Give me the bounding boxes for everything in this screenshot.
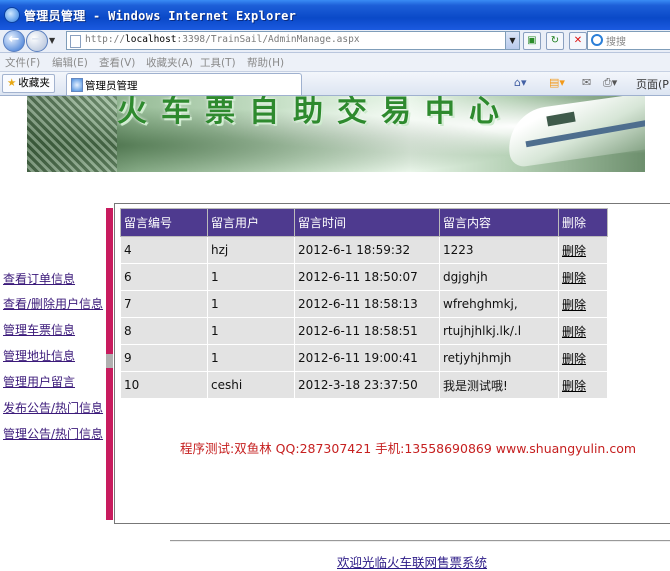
menu-file[interactable]: 文件(F) bbox=[5, 55, 40, 70]
header-id: 留言编号 bbox=[120, 208, 208, 237]
tab-admin-manage[interactable]: 管理员管理 bbox=[66, 73, 302, 95]
site-banner: 火车票自助交易中心 bbox=[27, 96, 645, 172]
cell-time: 2012-6-11 18:58:51 bbox=[294, 317, 440, 345]
developer-info: 程序测试:双鱼林 QQ:287307421 手机:13558690869 www… bbox=[180, 441, 637, 456]
ie-icon bbox=[4, 7, 20, 23]
stop-icon[interactable]: ✕ bbox=[569, 32, 587, 50]
table-row: 4 hzj 2012-6-1 18:59:32 1223 删除 bbox=[120, 236, 608, 264]
cell-content: dgjghjh bbox=[439, 263, 559, 291]
back-arrow-icon: ← bbox=[8, 32, 20, 47]
address-input[interactable]: http://localhost:3398/TrainSail/AdminMan… bbox=[66, 31, 520, 50]
star-icon: ★ bbox=[7, 77, 17, 89]
cell-user: 1 bbox=[207, 344, 295, 372]
cell-id: 8 bbox=[120, 317, 208, 345]
menu-tools[interactable]: 工具(T) bbox=[200, 55, 236, 70]
cell-content: rtujhjhlkj.lk/.l bbox=[439, 317, 559, 345]
table-row: 10 ceshi 2012-3-18 23:37:50 我是测试哦! 删除 bbox=[120, 371, 608, 399]
delete-link[interactable]: 删除 bbox=[562, 352, 586, 366]
history-dropdown-icon[interactable]: ▼ bbox=[49, 36, 55, 45]
table-row: 7 1 2012-6-11 18:58:13 wfrehghmkj, 删除 bbox=[120, 290, 608, 318]
delete-link[interactable]: 删除 bbox=[562, 325, 586, 339]
sidebar-link-manage-notice[interactable]: 管理公告/热门信息 bbox=[3, 425, 103, 442]
cell-time: 2012-6-11 19:00:41 bbox=[294, 344, 440, 372]
cell-id: 4 bbox=[120, 236, 208, 264]
cell-content: 1223 bbox=[439, 236, 559, 264]
delete-link[interactable]: 删除 bbox=[562, 244, 586, 258]
cell-user: hzj bbox=[207, 236, 295, 264]
messages-table: 留言编号 留言用户 留言时间 留言内容 删除 4 hzj 2012-6-1 18… bbox=[120, 208, 608, 399]
address-toolbar: ← → ▼ http://localhost:3398/TrainSail/Ad… bbox=[0, 30, 670, 53]
footer-divider bbox=[170, 540, 670, 542]
cell-id: 7 bbox=[120, 290, 208, 318]
sidebar-link-tickets[interactable]: 管理车票信息 bbox=[3, 321, 75, 338]
table-row: 6 1 2012-6-11 18:50:07 dgjghjh 删除 bbox=[120, 263, 608, 291]
sidebar-link-users[interactable]: 查看/删除用户信息 bbox=[3, 295, 103, 312]
search-input[interactable]: 搜搜 bbox=[587, 31, 670, 50]
table-row: 9 1 2012-6-11 19:00:41 retjyhjhmjh 删除 bbox=[120, 344, 608, 372]
forward-arrow-icon: → bbox=[31, 32, 43, 47]
table-row: 8 1 2012-6-11 18:58:51 rtujhjhlkj.lk/.l … bbox=[120, 317, 608, 345]
cell-content: retjyhjhmjh bbox=[439, 344, 559, 372]
search-engine-icon bbox=[591, 34, 603, 46]
delete-link[interactable]: 删除 bbox=[562, 271, 586, 285]
cell-time: 2012-6-11 18:58:13 bbox=[294, 290, 440, 318]
home-icon[interactable]: ⌂▾ bbox=[514, 76, 527, 89]
header-time: 留言时间 bbox=[294, 208, 440, 237]
sidebar-link-publish-notice[interactable]: 发布公告/热门信息 bbox=[3, 399, 103, 416]
table-header-row: 留言编号 留言用户 留言时间 留言内容 删除 bbox=[120, 208, 608, 237]
cell-user: ceshi bbox=[207, 371, 295, 399]
frame-divider[interactable] bbox=[106, 208, 113, 520]
sidebar-link-messages[interactable]: 管理用户留言 bbox=[3, 373, 75, 390]
header-content: 留言内容 bbox=[439, 208, 559, 237]
sidebar-link-orders[interactable]: 查看订单信息 bbox=[3, 270, 75, 287]
welcome-link[interactable]: 欢迎光临火车联网售票系统 bbox=[337, 552, 487, 571]
banner-texture bbox=[27, 96, 117, 172]
cell-id: 10 bbox=[120, 371, 208, 399]
mail-icon[interactable]: ✉ bbox=[582, 76, 591, 89]
window-titlebar[interactable]: 管理员管理 - Windows Internet Explorer bbox=[0, 0, 670, 30]
cell-time: 2012-6-1 18:59:32 bbox=[294, 236, 440, 264]
cell-user: 1 bbox=[207, 263, 295, 291]
delete-link[interactable]: 删除 bbox=[562, 379, 586, 393]
tab-title: 管理员管理 bbox=[85, 80, 138, 92]
tab-page-icon bbox=[71, 78, 83, 92]
favorites-button[interactable]: ★ 收藏夹 bbox=[2, 74, 55, 93]
sidebar-link-addresses[interactable]: 管理地址信息 bbox=[3, 347, 75, 364]
cell-user: 1 bbox=[207, 317, 295, 345]
header-user: 留言用户 bbox=[207, 208, 295, 237]
menu-edit[interactable]: 编辑(E) bbox=[52, 55, 88, 70]
back-button[interactable]: ← bbox=[3, 30, 25, 52]
compat-view-icon[interactable]: ▣ bbox=[523, 32, 541, 50]
cell-time: 2012-3-18 23:37:50 bbox=[294, 371, 440, 399]
page-menu-button[interactable]: 页面(P) bbox=[636, 76, 670, 92]
search-placeholder: 搜搜 bbox=[606, 37, 626, 48]
refresh-icon[interactable]: ↻ bbox=[546, 32, 564, 50]
address-dropdown-icon[interactable]: ▼ bbox=[505, 32, 519, 49]
forward-button[interactable]: → bbox=[26, 30, 48, 52]
address-text: http://localhost:3398/TrainSail/AdminMan… bbox=[85, 34, 360, 45]
window-title: 管理员管理 - Windows Internet Explorer bbox=[24, 9, 297, 23]
cell-time: 2012-6-11 18:50:07 bbox=[294, 263, 440, 291]
cell-id: 9 bbox=[120, 344, 208, 372]
menu-bar: 文件(F) 编辑(E) 查看(V) 收藏夹(A) 工具(T) 帮助(H) bbox=[0, 53, 670, 72]
cell-user: 1 bbox=[207, 290, 295, 318]
menu-view[interactable]: 查看(V) bbox=[99, 55, 135, 70]
cell-content: wfrehghmkj, bbox=[439, 290, 559, 318]
header-delete: 删除 bbox=[558, 208, 608, 237]
feeds-icon[interactable]: ▤▾ bbox=[549, 76, 565, 89]
divider-handle[interactable] bbox=[106, 354, 113, 368]
cell-id: 6 bbox=[120, 263, 208, 291]
delete-link[interactable]: 删除 bbox=[562, 298, 586, 312]
page-icon bbox=[70, 35, 81, 48]
menu-help[interactable]: 帮助(H) bbox=[247, 55, 284, 70]
print-icon[interactable]: ⎙▾ bbox=[603, 76, 617, 90]
menu-favorites[interactable]: 收藏夹(A) bbox=[146, 55, 193, 70]
tabs-bar: ★ 收藏夹 管理员管理 ⌂▾ ▤▾ ✉ ⎙▾ 页面(P) bbox=[0, 72, 670, 96]
banner-title: 火车票自助交易中心 bbox=[117, 96, 513, 129]
cell-content: 我是测试哦! bbox=[439, 371, 559, 399]
